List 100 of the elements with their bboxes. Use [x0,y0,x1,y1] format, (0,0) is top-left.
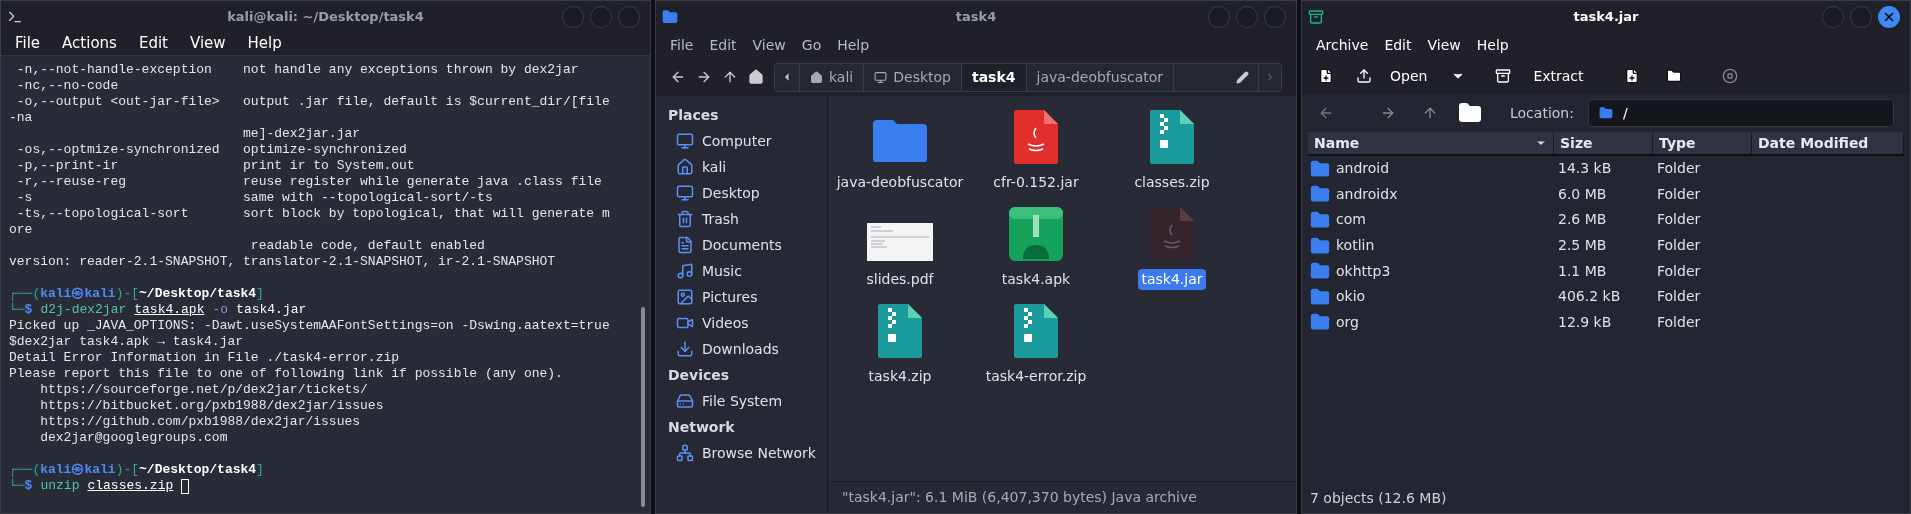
close-button[interactable] [1878,5,1900,28]
terminal-output: https://bitbucket.org/pxb1988/dex2jar/issues [39,398,385,414]
folder-icon [871,118,929,164]
upload-icon[interactable] [1356,68,1372,84]
extract-icon[interactable] [1495,68,1512,84]
file-name[interactable]: android [1336,158,1390,180]
menu-item[interactable]: Edit [1384,34,1412,56]
extract-button[interactable]: Extract [1495,65,1584,87]
sidebar-item[interactable]: Downloads [668,336,823,362]
sidebar-item[interactable]: Desktop [668,180,823,206]
type-cell-text: Folder [1656,159,1702,179]
computer-icon [676,132,694,150]
menu-item[interactable]: Help [1476,34,1509,56]
shell-prompt: ┌──(kali㉿kali)-[~/Desktop/task4] [9,286,265,302]
shell-prompt: ┌──(kali㉿kali)-[~/Desktop/task4] [9,462,265,478]
file-name[interactable]: com [1336,209,1366,231]
file-name[interactable]: cfr-0.152.jar [990,172,1082,193]
sidebar-item[interactable]: Browse Network [668,440,823,466]
file-name[interactable]: slides.pdf [863,269,937,290]
column-header[interactable]: Name [1308,132,1554,154]
column-header[interactable]: Type [1653,132,1752,154]
type-cell-text: Folder [1656,312,1702,332]
type-cell-text: Folder [1656,236,1702,256]
terminal-output: readable code, default enabled [249,238,486,254]
terminal-output: dex2jar@googlegroups.com [39,430,229,446]
scrollbar[interactable] [641,307,645,507]
size-cell-text: 1.1 MB [1557,261,1608,281]
file-name[interactable]: java-deobfuscator [833,172,967,193]
terminal-output: Detail Error Information in File ./task4-error.zip [9,350,401,366]
file-name[interactable]: task4.zip [865,366,935,387]
path-button[interactable]: task4 [962,63,1027,91]
desktop-icon [676,184,694,202]
downloads-icon [676,340,694,358]
terminal-output: -nc,--no-code [15,78,120,94]
menu-item[interactable]: File [15,32,41,55]
menu-item[interactable]: Edit [138,32,168,55]
file-name[interactable]: task4-error.zip [982,366,1090,387]
terminal-output: ore [9,222,34,238]
document-thumbnail [867,223,933,261]
sidebar-item[interactable]: Documents [668,232,823,258]
sidebar-item[interactable]: Pictures [668,284,823,310]
file-name[interactable]: org [1336,311,1359,333]
menu-item[interactable]: File [670,34,694,56]
add-file-icon[interactable] [1623,68,1640,84]
folder-icon [1310,158,1330,179]
sidebar-item[interactable]: Computer [668,128,823,154]
open-button[interactable]: Open [1356,65,1428,87]
file-name[interactable]: classes.zip [1131,172,1213,193]
back-icon[interactable] [670,69,686,85]
menu-item[interactable]: View [1427,34,1461,56]
folder-icon [1310,286,1330,307]
column-header[interactable]: Date Modified [1752,132,1904,154]
sidebar-item[interactable]: File System [668,388,823,414]
pictures-icon [676,288,694,306]
terminal-output: -os,--optmize-synchronized optimize-synchronized [15,142,408,158]
pencil-icon[interactable] [1236,70,1249,84]
sidebar-heading: Places [668,105,720,125]
stop-icon[interactable] [1721,68,1738,84]
path-button[interactable]: kali [800,63,865,91]
forward-icon[interactable] [696,69,712,85]
menu-item[interactable]: Help [837,34,870,56]
type-cell-text: Folder [1656,210,1702,230]
menu-item[interactable]: Help [247,32,282,55]
folder-icon[interactable] [1458,101,1482,125]
java-file-icon [1150,207,1194,261]
android-package-icon [1009,207,1063,261]
sidebar-item[interactable]: Music [668,258,823,284]
menu-item[interactable]: Go [801,34,822,56]
menu-item[interactable]: View [752,34,786,56]
menu-item[interactable]: Actions [62,32,117,55]
path-button[interactable]: java-deobfuscator [1026,63,1175,91]
column-header[interactable]: Size [1554,132,1653,154]
menu-item[interactable]: Edit [709,34,737,56]
file-name[interactable]: okhttp3 [1336,260,1391,282]
file-name[interactable]: okio [1336,286,1366,308]
up-icon[interactable] [1422,105,1438,121]
menu-item[interactable]: Archive [1316,34,1369,56]
file-name[interactable]: task4.jar [1138,269,1206,290]
new-file-icon[interactable] [1318,68,1334,84]
sidebar-item[interactable]: kali [668,154,823,180]
terminal-output: -ts,--topological-sort sort block by topological, that will generate m [15,206,611,222]
size-cell-text: 2.5 MB [1557,236,1608,256]
location-label: Location: [1510,103,1574,123]
home-icon[interactable] [748,69,764,85]
file-name[interactable]: task4.apk [998,269,1074,290]
java-file-icon [1014,110,1058,164]
window-title: task4 [955,7,997,26]
type-cell-text: Folder [1656,287,1702,307]
sidebar-item[interactable]: Trash [668,206,823,232]
file-name[interactable]: androidx [1336,183,1398,205]
path-button[interactable]: Desktop [864,63,962,91]
sidebar-item[interactable]: Videos [668,310,823,336]
terminal-output: -n,--not-handle-exception not handle any exceptions thrown by dex2jar [15,62,580,78]
file-name[interactable]: kotlin [1336,235,1375,257]
menu-item[interactable]: View [189,32,226,55]
forward-icon[interactable] [1380,105,1396,121]
up-icon[interactable] [722,69,738,85]
terminal-output: Please report this file to one of following link if possible (any one). [9,366,564,382]
status-text: 7 objects (12.6 MB) [1310,488,1447,508]
location-field[interactable]: / [1587,99,1894,127]
